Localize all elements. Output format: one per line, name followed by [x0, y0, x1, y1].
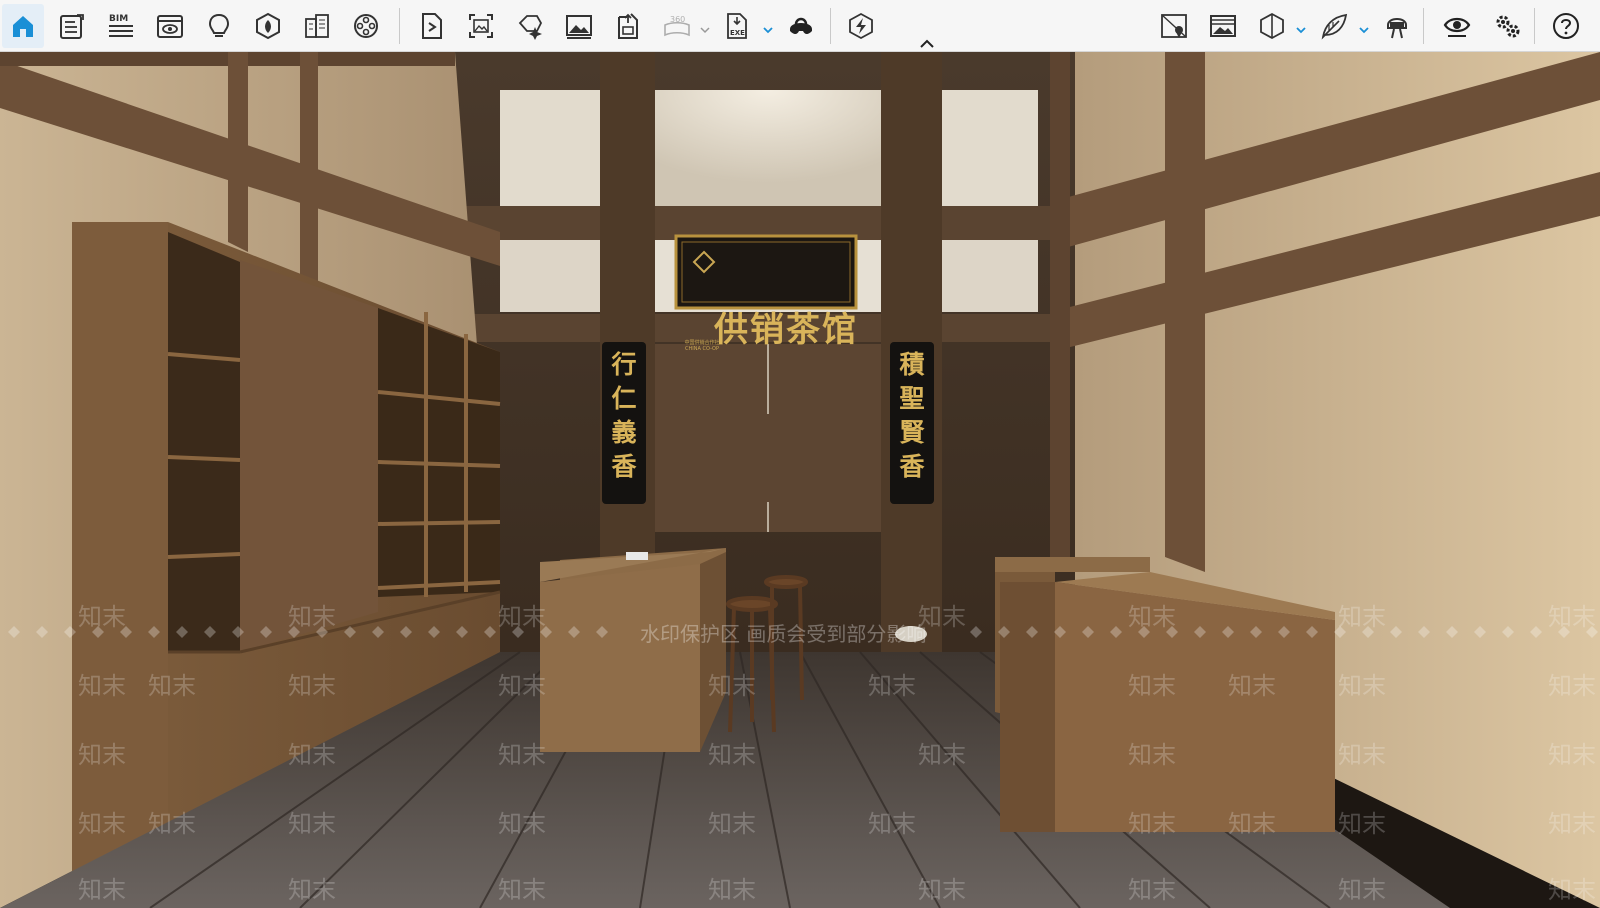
vr-button[interactable]: [780, 4, 822, 48]
toolbar-separator: [1423, 8, 1424, 44]
building-icon: [305, 14, 329, 38]
preview-window-button[interactable]: [149, 4, 191, 48]
couplet-char: 義: [611, 418, 637, 447]
effects-button[interactable]: [509, 4, 551, 48]
couplet-char: 行: [611, 350, 637, 379]
image-icon: [566, 15, 592, 39]
plant-button[interactable]: [1313, 4, 1355, 48]
texture-image-icon: [1210, 15, 1236, 37]
export-file-button[interactable]: [411, 4, 453, 48]
plant-dropdown-chevron[interactable]: [1358, 20, 1370, 34]
collapse-toolbar-button[interactable]: [918, 36, 936, 50]
bim-label: BIM: [109, 14, 128, 24]
exe-export-icon: EXE: [727, 13, 747, 39]
image-button[interactable]: [558, 4, 600, 48]
lightbulb-icon: [208, 13, 230, 37]
help-icon: [1553, 13, 1579, 39]
couplet-char: 積: [899, 350, 925, 379]
toolbar-separator: [830, 8, 831, 44]
chevron-down-icon: [763, 27, 773, 34]
app-window: BIM 360 EXE 供销茶馆 中国供销合作社 CHINA CO-OP 行 仁…: [0, 0, 1600, 908]
panorama-360-icon: 360: [664, 15, 690, 37]
exe-label: EXE: [730, 29, 745, 37]
right-couplet: 積 聖 賢 香: [895, 348, 929, 484]
gear-icon: [1496, 15, 1520, 38]
eye-icon: [1443, 17, 1471, 37]
panorama-360-button[interactable]: 360: [656, 4, 698, 48]
export-file-icon: [422, 13, 442, 39]
couplet-char: 聖: [899, 384, 925, 413]
main-toolbar: BIM 360 EXE: [0, 0, 1600, 52]
chevron-down-icon: [700, 27, 710, 34]
sparkle-icon: [518, 15, 543, 40]
screenshot-button[interactable]: [460, 4, 502, 48]
3d-viewport[interactable]: 供销茶馆 中国供销合作社 CHINA CO-OP 行 仁 義 香 積 聖 賢 香: [0, 52, 1600, 908]
walk-mode-button[interactable]: [1376, 4, 1418, 48]
toolbar-separator: [399, 8, 400, 44]
vr-headset-icon: [790, 17, 812, 34]
notes-icon: [60, 14, 84, 39]
couplet-char: 香: [899, 452, 925, 481]
video-button[interactable]: [345, 4, 387, 48]
scene-render: [0, 52, 1600, 908]
quick-render-button[interactable]: [840, 4, 882, 48]
visibility-button[interactable]: [1436, 4, 1478, 48]
map-marker-button[interactable]: [1153, 4, 1195, 48]
material-button[interactable]: [247, 4, 289, 48]
bim-icon: BIM: [109, 14, 133, 37]
export-model-button[interactable]: [607, 4, 649, 48]
couplet-char: 仁: [611, 384, 637, 413]
texture-image-button[interactable]: [1202, 4, 1244, 48]
chevron-down-icon: [1296, 27, 1306, 34]
help-button[interactable]: [1545, 4, 1587, 48]
preview-window-icon: [157, 15, 183, 38]
lightning-icon: [849, 12, 873, 40]
home-icon: [13, 16, 33, 37]
screenshot-icon: [469, 14, 493, 38]
material-ball-icon: [256, 12, 280, 40]
leaf-icon: [1321, 13, 1348, 40]
notes-button[interactable]: [51, 4, 93, 48]
chevron-up-icon: [920, 39, 934, 48]
cube-view-button[interactable]: [1251, 4, 1293, 48]
bim-button[interactable]: BIM: [100, 4, 142, 48]
lighting-button[interactable]: [198, 4, 240, 48]
home-button[interactable]: [2, 4, 44, 48]
cube-icon: [1260, 12, 1284, 40]
panorama-dropdown-chevron[interactable]: [699, 20, 711, 34]
map-marker-icon: [1161, 14, 1187, 38]
couplet-char: 香: [611, 452, 637, 481]
chevron-down-icon: [1359, 27, 1369, 34]
couplet-char: 賢: [899, 418, 925, 447]
film-reel-icon: [354, 14, 378, 38]
building-button[interactable]: [296, 4, 338, 48]
toolbar-separator: [1534, 8, 1535, 44]
walker-icon: [1387, 18, 1407, 39]
exe-dropdown-chevron[interactable]: [762, 20, 774, 34]
cube-dropdown-chevron[interactable]: [1295, 20, 1307, 34]
settings-button[interactable]: [1486, 4, 1528, 48]
plaque-subtitle: 中国供销合作社 CHINA CO-OP: [684, 340, 720, 352]
export-model-icon: [618, 13, 638, 39]
left-couplet: 行 仁 義 香: [607, 348, 641, 484]
plaque-title: 供销茶馆: [714, 310, 858, 350]
exe-export-button[interactable]: EXE: [716, 4, 758, 48]
